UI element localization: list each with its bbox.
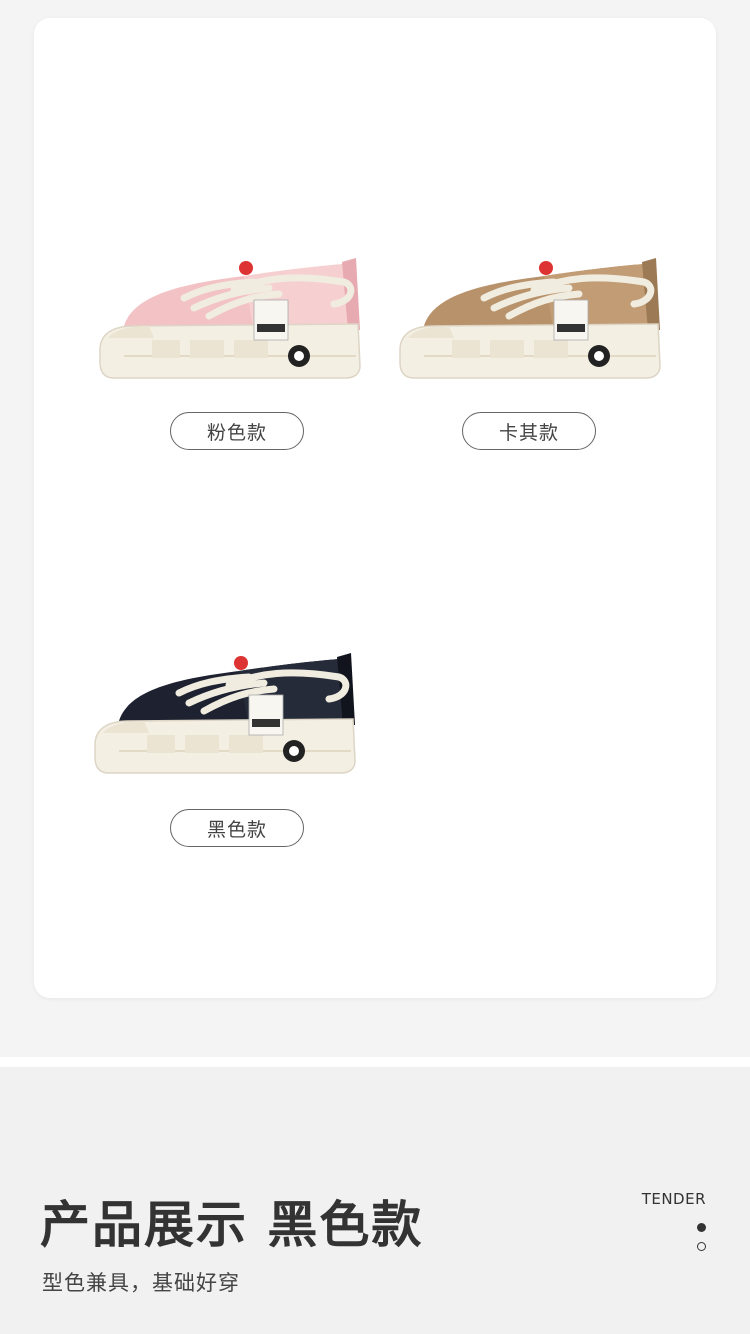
variant-button-black[interactable]: 黑色款 (170, 809, 304, 847)
product-variants-card: 粉色款 卡其款 黑色款 (34, 18, 716, 998)
sneaker-illustration (399, 258, 661, 379)
variant-button-pink[interactable]: 粉色款 (170, 412, 304, 450)
brand-label: TENDER (641, 1190, 706, 1208)
black-sneaker-image[interactable] (89, 633, 369, 783)
sneaker-illustration (94, 653, 356, 774)
khaki-sneaker-image[interactable] (394, 238, 674, 388)
indicator-dot-filled-icon (697, 1223, 706, 1232)
section-title: 产品展示 黑色款 (40, 1196, 424, 1254)
pink-sneaker-image[interactable] (94, 238, 374, 388)
indicator-dot-hollow-icon (697, 1242, 706, 1251)
section-subtitle: 型色兼具，基础好穿 (42, 1271, 240, 1295)
variant-button-khaki[interactable]: 卡其款 (462, 412, 596, 450)
product-showcase-header: 产品展示 黑色款 型色兼具，基础好穿 TENDER (0, 1067, 750, 1334)
sneaker-illustration (99, 258, 361, 379)
section-divider (0, 1057, 750, 1067)
